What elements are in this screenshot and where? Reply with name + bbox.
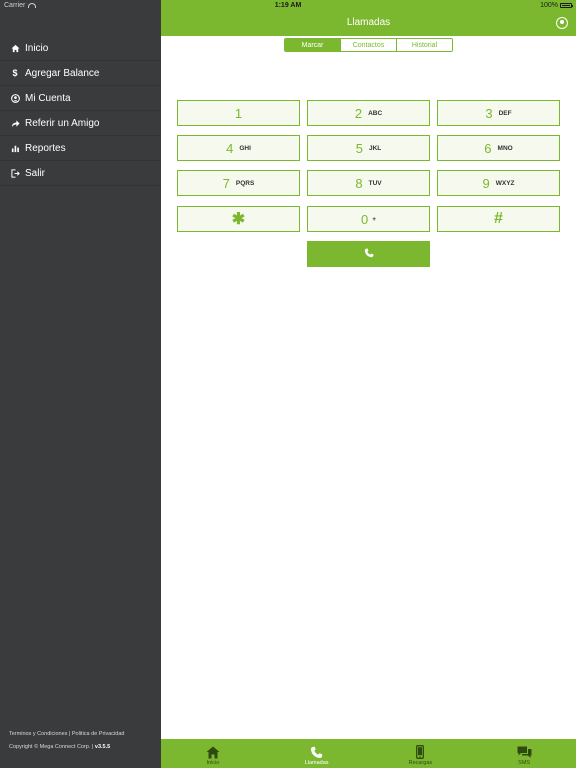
key-2[interactable]: 2 ABC [307,100,430,126]
key-letters: TUV [368,179,382,187]
bar-chart-icon [10,144,20,153]
key-letters: DEF [498,109,512,117]
tab-contactos[interactable]: Contactos [340,39,396,51]
bottom-tab-sms[interactable]: SMS [472,739,576,768]
home-icon [10,44,20,53]
key-5[interactable]: 5 JKL [307,135,430,161]
key-digit: 8 [355,175,363,191]
key-digit: 0 [360,211,369,227]
bottom-tab-inicio[interactable]: Inicio [161,739,265,768]
key-7[interactable]: 7 PQRS [177,170,300,196]
bottom-tab-label: SMS [518,760,531,766]
sidebar-item-agregar-balance[interactable]: $ Agregar Balance [0,61,161,86]
bottom-tab-label: Llamadas [304,760,329,766]
key-3[interactable]: 3 DEF [437,100,560,126]
profile-icon[interactable] [556,17,568,29]
battery-icon [560,3,573,8]
key-letters: GHI [239,144,251,152]
header-bar: 1:19 AM 100% Llamadas [161,0,576,36]
key-letters: WXYZ [495,179,515,187]
key-6[interactable]: 6 MNO [437,135,560,161]
key-letters: ABC [368,109,383,117]
key-digit: 7 [222,175,230,191]
sidebar-item-mi-cuenta[interactable]: Mi Cuenta [0,86,161,111]
key-9[interactable]: 9 WXYZ [437,170,560,196]
sidebar-footer: Terminos y Condiciones | Politica de Pri… [9,728,124,754]
battery-percent: 100% [540,2,558,9]
phone-icon [364,245,374,263]
phone-icon [310,744,323,759]
sign-out-icon [10,168,20,178]
copyright: Copyright © Mega Connect Corp. | v3.5.5 [9,741,124,754]
sidebar: Carrier Inicio $ Agregar Balance Mi Cuen… [0,0,161,768]
key-digit: 1 [234,105,243,121]
sidebar-item-label: Inicio [25,42,49,54]
tab-marcar[interactable]: Marcar [285,39,340,51]
key-hash[interactable]: # [437,206,560,232]
call-tabs: Marcar Contactos Historial [284,38,453,52]
key-digit: 9 [482,175,490,191]
sidebar-item-inicio[interactable]: Inicio [0,36,161,61]
key-letters: + [372,215,377,223]
bottom-tab-recargas[interactable]: Recargas [369,739,473,768]
key-letters: JKL [368,144,382,152]
key-0[interactable]: 0 + [307,206,430,232]
bottom-tab-bar: Inicio Llamadas Recargas SMS [161,739,576,768]
bottom-tab-label: Inicio [206,760,220,766]
sidebar-item-salir[interactable]: Salir [0,161,161,186]
key-digit: 2 [354,105,363,121]
mobile-icon [416,744,425,759]
share-icon [10,119,20,128]
dollar-icon: $ [12,68,18,78]
sidebar-item-label: Salir [25,167,46,179]
tab-historial[interactable]: Historial [396,39,452,51]
bottom-tab-label: Recargas [408,760,433,766]
key-star[interactable]: ✱ [177,206,300,232]
key-8[interactable]: 8 TUV [307,170,430,196]
copyright-text: Copyright © Mega Connect Corp. | [9,744,94,750]
sidebar-item-label: Agregar Balance [25,67,100,79]
sidebar-item-label: Reportes [25,142,66,154]
chat-icon [517,744,532,759]
page-title: Llamadas [346,17,391,28]
status-time: 1:19 AM [274,2,302,9]
key-digit: 6 [484,140,492,156]
sidebar-menu: Inicio $ Agregar Balance Mi Cuenta Refer… [0,36,161,186]
sidebar-item-label: Mi Cuenta [25,92,71,104]
home-icon [206,744,220,759]
key-digit: 3 [485,105,493,121]
key-4[interactable]: 4 GHI [177,135,300,161]
user-circle-icon [10,93,20,103]
key-letters: MNO [497,144,513,152]
version-label: v3.5.5 [94,744,111,750]
asterisk-icon: ✱ [231,211,246,228]
key-digit: 5 [355,140,363,156]
key-letters: PQRS [235,179,255,187]
key-1[interactable]: 1 [177,100,300,126]
key-digit: 4 [226,140,234,156]
status-battery: 100% [540,2,573,9]
legal-links[interactable]: Terminos y Condiciones | Politica de Pri… [9,728,124,741]
hash-icon: # [494,210,503,227]
sidebar-item-label: Referir un Amigo [25,117,100,129]
sidebar-item-referir[interactable]: Referir un Amigo [0,111,161,136]
bottom-tab-llamadas[interactable]: Llamadas [265,739,369,768]
call-button[interactable] [307,241,430,267]
sidebar-item-reportes[interactable]: Reportes [0,136,161,161]
